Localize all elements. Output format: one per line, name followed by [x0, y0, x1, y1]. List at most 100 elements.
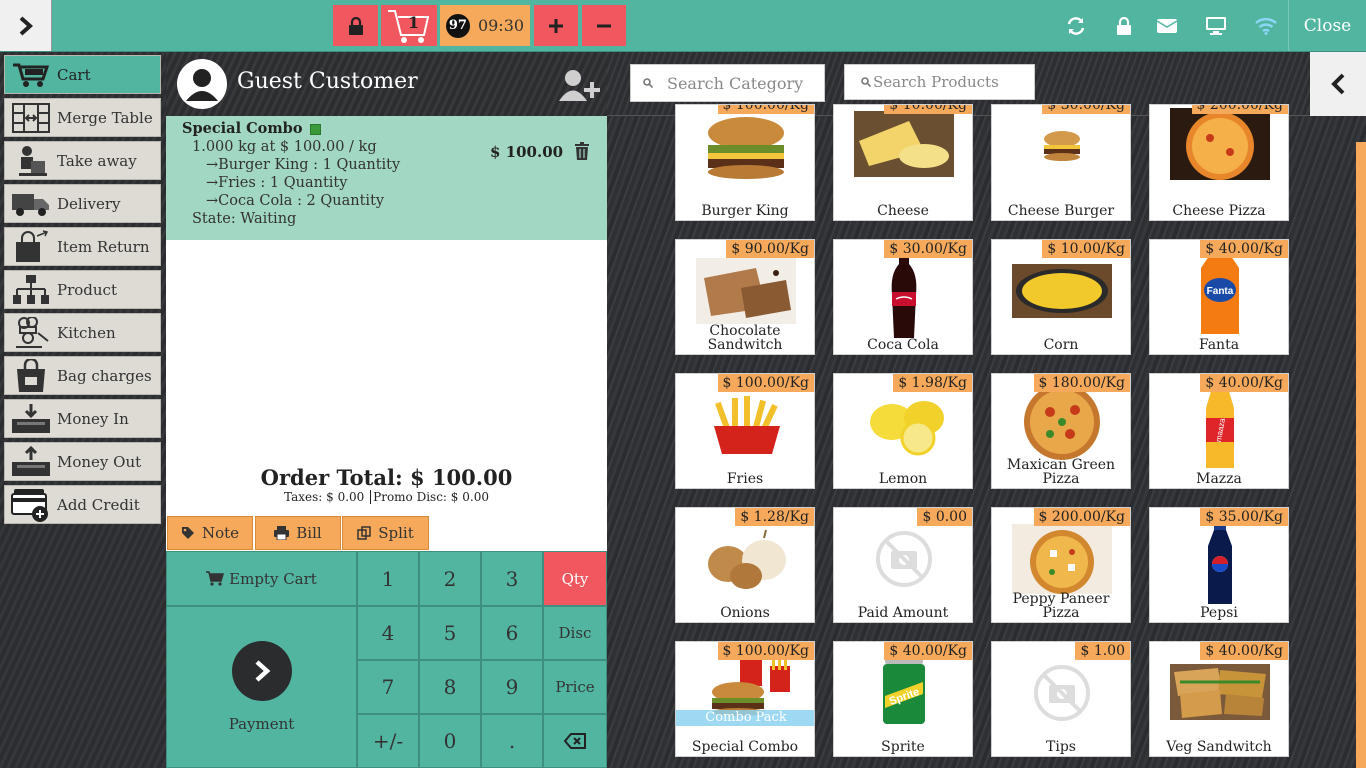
payment-button[interactable]: Payment [166, 606, 357, 768]
lock-screen-button[interactable] [333, 5, 378, 46]
product-card-coca-cola[interactable]: $ 30.00/Kg Coca Cola [833, 239, 973, 355]
product-card-sprite[interactable]: Sprite $ 40.00/Kg Sprite [833, 641, 973, 757]
search-category-input[interactable]: Search Category [630, 64, 825, 102]
product-card-cheese-burger[interactable]: $ 30.00/Kg Cheese Burger [991, 104, 1131, 221]
note-button[interactable]: Note [167, 516, 253, 550]
product-price: $ 10.00/Kg [1042, 240, 1130, 258]
nav-label: Money In [57, 409, 129, 428]
split-button[interactable]: Split [342, 516, 429, 550]
customer-name[interactable]: Guest Customer [237, 69, 418, 94]
trash-icon[interactable] [574, 142, 590, 165]
key-5[interactable]: 5 [419, 606, 481, 660]
add-order-button[interactable] [534, 5, 578, 46]
backspace-icon [564, 733, 586, 749]
remove-order-button[interactable] [582, 5, 626, 46]
user-plus-icon [559, 70, 600, 101]
product-card-lemon[interactable]: $ 1.98/Kg Lemon [833, 373, 973, 489]
key-8[interactable]: 8 [419, 660, 481, 714]
product-card-fanta[interactable]: Fanta $ 40.00/Kg Fanta [1149, 239, 1289, 355]
order-total: Order Total: $ 100.00 [260, 465, 513, 490]
item-return-icon [9, 229, 53, 265]
key-3[interactable]: 3 [481, 551, 543, 606]
edit-icon[interactable] [309, 123, 321, 135]
lock-icon [348, 16, 363, 35]
nav-item-money-in[interactable]: Money In [4, 399, 161, 438]
key-9[interactable]: 9 [481, 660, 543, 714]
product-card-maxican-green-pizza[interactable]: $ 180.00/Kg Maxican Green Pizza [991, 373, 1131, 489]
product-name: Sprite [881, 739, 925, 755]
svg-text:Fanta: Fanta [1207, 286, 1234, 297]
order-line-item[interactable]: Special Combo 1.000 kg at $ 100.00 / kg … [166, 116, 607, 240]
nav-item-bag-charges[interactable]: Bag charges [4, 356, 161, 395]
product-card-chocolate-sandwitch[interactable]: $ 90.00/Kg Chocolate Sandwitch [675, 239, 815, 355]
cheese-image [854, 111, 954, 177]
scrollbar[interactable] [1356, 142, 1366, 768]
product-card-pepsi[interactable]: $ 35.00/Kg Pepsi [1149, 507, 1289, 623]
nav-item-item-return[interactable]: Item Return [4, 227, 161, 266]
product-name-line: Maxican Green Pizza [1006, 457, 1116, 487]
product-name: Lemon [878, 471, 928, 487]
nav-item-delivery[interactable]: Delivery [4, 184, 161, 223]
customer-header: Guest Customer [166, 52, 607, 116]
plus-icon [549, 18, 563, 33]
key-decimal[interactable]: . [481, 714, 543, 768]
key-4[interactable]: 4 [357, 606, 419, 660]
product-card-veg-sandwitch[interactable]: $ 40.00/Kg Veg Sandwitch [1149, 641, 1289, 757]
cart-button[interactable]: 1 [381, 5, 437, 46]
nav-item-product[interactable]: Product [4, 270, 161, 309]
bill-button[interactable]: Bill [255, 516, 341, 550]
nav-item-merge-table[interactable]: Merge Table [4, 98, 161, 137]
product-card-corn[interactable]: $ 10.00/Kg Corn [991, 239, 1131, 355]
product-name: Coca Cola [867, 337, 939, 353]
product-card-tips[interactable]: $ 1.00 Tips [991, 641, 1131, 757]
key-1[interactable]: 1 [357, 551, 419, 606]
mode-price-button[interactable]: Price [543, 660, 607, 714]
empty-cart-button[interactable]: Empty Cart [166, 551, 357, 606]
product-card-special-combo[interactable]: Combo Pack $ 100.00/Kg Special Combo [675, 641, 815, 757]
customer-display-button[interactable] [1205, 0, 1227, 51]
product-card-burger-king[interactable]: $ 100.00/Kg Burger King [675, 104, 815, 221]
product-card-peppy-paneer-pizza[interactable]: $ 200.00/Kg Peppy Paneer Pizza [991, 507, 1131, 623]
key-0[interactable]: 0 [419, 714, 481, 768]
customer-avatar[interactable] [177, 59, 227, 109]
key-2[interactable]: 2 [419, 551, 481, 606]
sync-button[interactable] [1066, 0, 1086, 51]
nav-item-kitchen[interactable]: Kitchen [4, 313, 161, 352]
product-card-cheese-pizza[interactable]: $ 200.00/Kg Cheese Pizza [1149, 104, 1289, 221]
payment-label: Payment [228, 715, 295, 733]
product-card-cheese[interactable]: $ 10.00/Kg Cheese [833, 104, 973, 221]
lock-button[interactable] [1116, 0, 1132, 51]
chocolate-sandwich-image [696, 258, 796, 324]
pepsi-image [1170, 522, 1270, 606]
refresh-icon [1067, 16, 1085, 35]
product-name: Cheese Burger [1007, 203, 1115, 219]
product-card-onions[interactable]: $ 1.28/Kg Onions [675, 507, 815, 623]
product-card-mazza[interactable]: maaza $ 40.00/Kg Mazza [1149, 373, 1289, 489]
timer-badge[interactable]: 97 09:30 [440, 5, 530, 46]
nav-item-cart[interactable]: Cart [4, 55, 161, 94]
promo-discount: Promo Disc: $ 0.00 [373, 490, 489, 504]
collapse-panel-button[interactable] [1310, 52, 1366, 116]
payment-arrow-icon [231, 641, 292, 701]
key-plus-minus[interactable]: +/- [357, 714, 419, 768]
messages-button[interactable] [1157, 0, 1177, 51]
backspace-button[interactable] [543, 714, 607, 768]
nav-item-take-away[interactable]: Take away [4, 141, 161, 180]
add-customer-button[interactable] [558, 68, 602, 102]
nav-item-add-credit[interactable]: Add Credit [4, 485, 161, 524]
nav-item-money-out[interactable]: Money Out [4, 442, 161, 481]
key-7[interactable]: 7 [357, 660, 419, 714]
product-name: Chocolate Sandwitch [676, 324, 814, 352]
menu-toggle-button[interactable] [0, 0, 52, 51]
mode-qty-button[interactable]: Qty [543, 551, 607, 606]
search-category-placeholder: Search Category [667, 73, 804, 93]
add-credit-icon [9, 487, 53, 523]
product-card-fries[interactable]: $ 100.00/Kg Fries [675, 373, 815, 489]
close-button[interactable]: Close [1288, 0, 1366, 51]
mode-disc-button[interactable]: Disc [543, 606, 607, 660]
search-products-input[interactable]: Search Products [844, 64, 1035, 100]
key-6[interactable]: 6 [481, 606, 543, 660]
paneer-pizza-image [1012, 524, 1112, 594]
product-card-paid-amount[interactable]: $ 0.00 Paid Amount [833, 507, 973, 623]
top-bar: 1 97 09:30 Close [0, 0, 1366, 52]
